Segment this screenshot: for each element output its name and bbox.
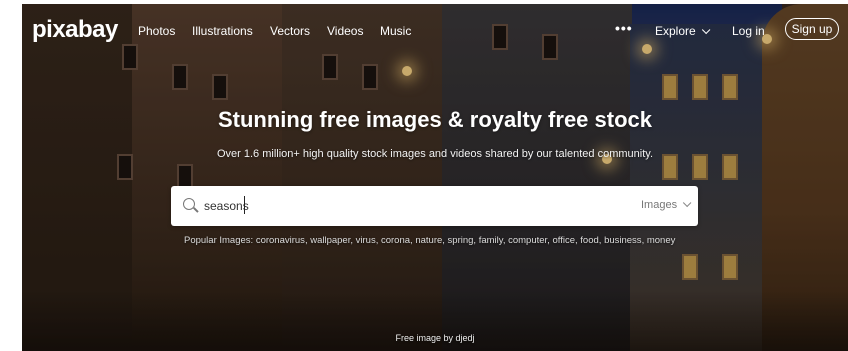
nav-link-illustrations[interactable]: Illustrations [192,24,253,38]
hero-background-image [22,4,848,351]
text-caret [244,196,245,214]
top-nav: pixabay Photos Illustrations Vectors Vid… [22,4,848,52]
popular-tag[interactable]: corona [381,235,410,246]
search-icon[interactable] [183,198,195,210]
hero-headline: Stunning free images & royalty free stoc… [217,107,653,132]
popular-tag[interactable]: money [647,235,676,246]
chevron-down-icon [682,198,692,208]
more-menu-icon[interactable]: ••• [615,20,633,36]
media-type-label: Images [641,199,678,211]
explore-label: Explore [655,24,696,38]
popular-tag[interactable]: family [479,235,503,246]
image-credit[interactable]: Free image by djedj [22,333,848,343]
nav-link-vectors[interactable]: Vectors [270,24,310,38]
image-overlay [22,4,848,351]
nav-link-photos[interactable]: Photos [138,24,175,38]
login-link[interactable]: Log in [732,24,765,38]
popular-tag[interactable]: coronavirus [256,235,305,246]
nav-link-videos[interactable]: Videos [327,24,363,38]
search-input[interactable] [204,196,624,216]
explore-menu[interactable]: Explore [655,24,711,38]
popular-tag[interactable]: business [604,235,642,246]
pixabay-logo[interactable]: pixabay [32,16,118,44]
popular-tag[interactable]: computer [508,235,547,246]
popular-label: Popular Images: [184,235,254,246]
chevron-down-icon [701,25,711,35]
search-bar: Images [171,186,698,226]
popular-tag[interactable]: spring [448,235,474,246]
popular-tag[interactable]: food [580,235,599,246]
popular-tag[interactable]: office [552,235,575,246]
popular-images: Popular Images: coronavirus, wallpaper, … [184,235,676,246]
popular-tag[interactable]: virus [356,235,376,246]
popular-tag[interactable]: nature [415,235,442,246]
nav-link-music[interactable]: Music [380,24,411,38]
signup-button[interactable]: Sign up [785,18,839,40]
media-type-select[interactable]: Images [641,198,692,211]
hero-subline: Over 1.6 million+ high quality stock ima… [216,148,654,160]
popular-tag[interactable]: wallpaper [310,235,350,246]
